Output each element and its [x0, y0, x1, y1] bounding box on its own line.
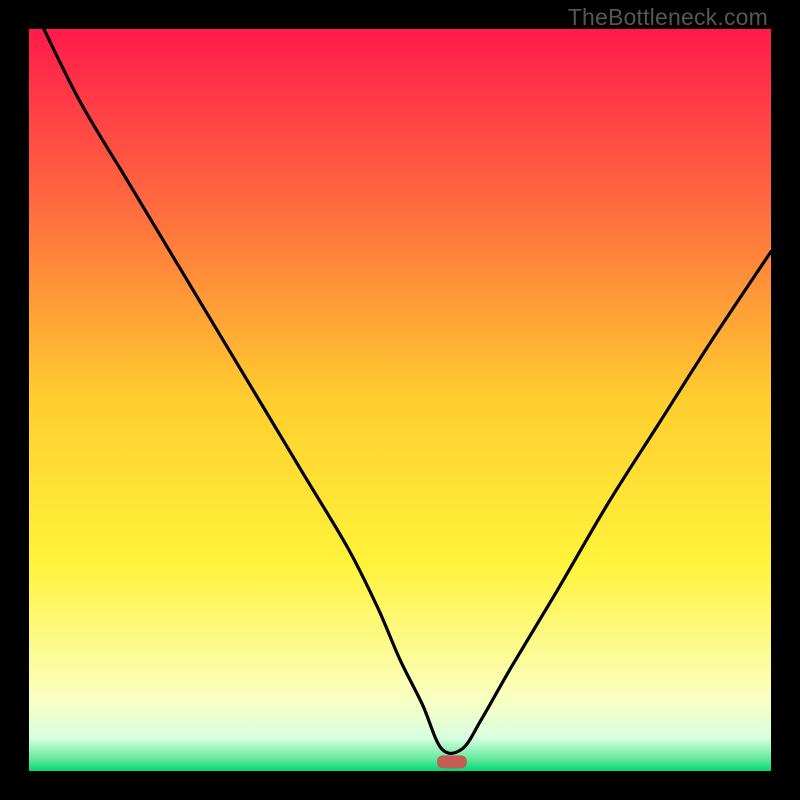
chart-frame [29, 29, 771, 771]
bottleneck-chart [29, 29, 771, 771]
watermark-text: TheBottleneck.com [568, 4, 768, 31]
optimum-marker [437, 755, 467, 768]
